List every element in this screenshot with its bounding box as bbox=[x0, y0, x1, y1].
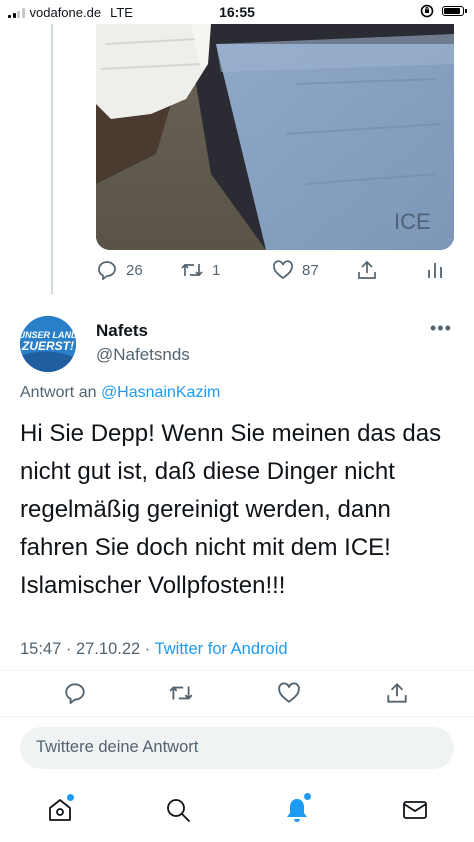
reply-input[interactable]: Twittere deine Antwort bbox=[20, 727, 454, 769]
reply-to-prefix: Antwort an bbox=[20, 384, 97, 401]
retweet-action[interactable]: 1 bbox=[180, 260, 220, 280]
divider bbox=[0, 670, 474, 671]
avatar-image: UNSER LAND ZUERST! bbox=[20, 316, 76, 372]
main-like-button[interactable] bbox=[277, 682, 301, 704]
reply-placeholder: Twittere deine Antwort bbox=[36, 738, 199, 756]
reply-icon bbox=[65, 683, 85, 704]
divider bbox=[0, 716, 474, 717]
reply-to-link[interactable]: @HasnainKazim bbox=[101, 384, 220, 401]
thread-line bbox=[51, 24, 53, 294]
photo-image: ICE bbox=[96, 24, 454, 250]
status-right bbox=[420, 4, 467, 18]
share-action[interactable] bbox=[356, 260, 378, 280]
reply-icon bbox=[98, 261, 116, 280]
share-icon bbox=[358, 260, 376, 279]
home-notification-dot bbox=[66, 793, 75, 802]
tweet-photo[interactable]: ICE bbox=[96, 24, 454, 250]
tweet-actions bbox=[0, 680, 474, 708]
like-icon bbox=[278, 682, 300, 703]
tab-messages[interactable] bbox=[401, 796, 429, 829]
like-icon bbox=[273, 260, 293, 280]
battery-icon bbox=[442, 6, 467, 16]
screen-lock-icon bbox=[420, 4, 434, 18]
retweet-icon bbox=[181, 263, 203, 277]
status-bar: vodafone.de LTE 16:55 bbox=[0, 0, 474, 24]
tweet-source[interactable]: Twitter for Android bbox=[155, 640, 288, 658]
seat-logo-text: ICE bbox=[394, 209, 431, 234]
like-action[interactable]: 87 bbox=[272, 260, 319, 280]
tab-home[interactable] bbox=[46, 793, 75, 829]
analytics-action[interactable] bbox=[426, 260, 444, 280]
more-options-button[interactable]: ••• bbox=[430, 318, 452, 339]
avatar-text-line2: ZUERST! bbox=[21, 339, 74, 353]
tab-search[interactable] bbox=[164, 796, 192, 829]
reply-action[interactable]: 26 bbox=[96, 260, 143, 280]
retweet-count: 1 bbox=[212, 261, 221, 279]
tweet-text: Hi Sie Depp! Wenn Sie meinen das das nic… bbox=[20, 420, 442, 599]
status-time: 16:55 bbox=[219, 4, 255, 20]
author-name[interactable]: Nafets bbox=[96, 321, 148, 341]
notifications-dot bbox=[303, 792, 312, 801]
reply-count: 26 bbox=[126, 261, 143, 279]
avatar[interactable]: UNSER LAND ZUERST! bbox=[20, 316, 76, 372]
tweet-timestamp[interactable]: 15:47 · 27.10.22 · bbox=[20, 640, 150, 658]
main-reply-button[interactable] bbox=[63, 682, 87, 704]
author-handle[interactable]: @Nafetsnds bbox=[96, 345, 190, 365]
analytics-icon bbox=[428, 263, 442, 278]
main-share-button[interactable] bbox=[385, 682, 409, 704]
messages-icon bbox=[403, 801, 427, 819]
tab-notifications[interactable] bbox=[283, 792, 312, 829]
reply-to-line: Antwort an @HasnainKazim bbox=[20, 384, 220, 402]
prev-tweet-actions: 26 1 87 bbox=[0, 258, 474, 284]
retweet-icon bbox=[169, 686, 193, 700]
search-icon bbox=[167, 799, 190, 822]
main-retweet-button[interactable] bbox=[168, 682, 194, 704]
share-icon bbox=[387, 682, 407, 703]
tweet-meta: 15:47 · 27.10.22 · Twitter for Android bbox=[20, 640, 288, 659]
like-count: 87 bbox=[302, 261, 319, 279]
